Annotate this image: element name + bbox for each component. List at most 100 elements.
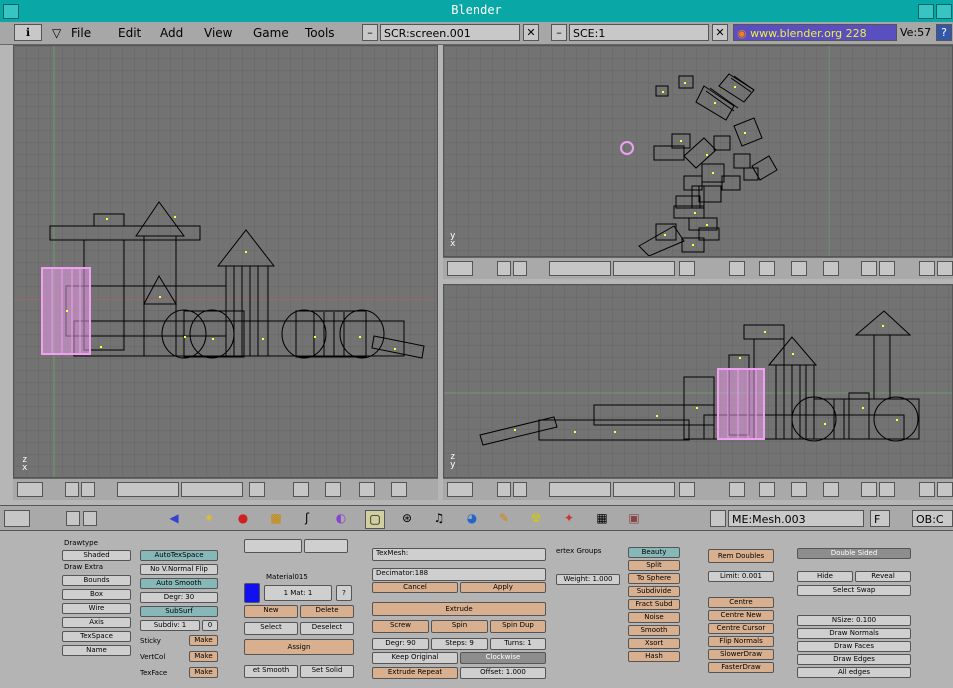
set-solid-button[interactable]: Set Solid [300,665,354,678]
radiation-buttons-icon[interactable]: ☢ [527,510,545,527]
undo-icon[interactable] [919,261,935,276]
script-buttons-icon[interactable]: ✎ [495,510,513,527]
drawtype-dropdown[interactable]: Shaded [62,550,131,561]
buttons-fullscreen-icon[interactable] [66,511,80,526]
reveal-button[interactable]: Reveal [855,571,911,582]
beauty-toggle[interactable]: Beauty [628,547,680,558]
lamp-buttons-icon[interactable]: ✶ [200,510,218,527]
centre-new-button[interactable]: Centre New [708,610,774,621]
scene-browse-button[interactable]: – [551,24,567,41]
view-mode-icon[interactable] [729,261,745,276]
blender-org-link[interactable]: ◉ www.blender.org 228 [733,24,897,41]
screen-name-field[interactable]: SCR:screen.001 [380,24,520,41]
lock-icon-side[interactable] [679,482,695,497]
layer-buttons-front-1[interactable] [117,482,179,497]
translate-icon-side[interactable] [861,482,877,497]
autotexspace-button[interactable]: AutoTexSpace [140,550,218,561]
noise-button[interactable]: Noise [628,612,680,623]
extrude-repeat-button[interactable]: Extrude Repeat [372,667,458,679]
turns-field[interactable]: Turns: 1 [490,638,546,650]
viewport-side[interactable]: z y [443,284,953,478]
view-mode-icon-front[interactable] [293,482,309,497]
layer-buttons-1[interactable] [549,261,611,276]
fract-subd-button[interactable]: Fract Subd [628,599,680,610]
material-index-field[interactable]: 1 Mat: 1 [264,585,332,601]
menu-file[interactable]: File [71,26,91,40]
home-icon-side[interactable] [513,482,527,497]
help-icon[interactable]: ? [936,24,952,41]
menu-edit[interactable]: Edit [118,26,141,40]
centre-button[interactable]: Centre [708,597,774,608]
mesh-browse-button[interactable] [710,510,726,527]
scene-name-field[interactable]: SCE:1 [569,24,709,41]
extrude-button[interactable]: Extrude [372,602,546,616]
screen-delete-icon[interactable]: ✕ [523,24,539,41]
radiosity-buttons-icon[interactable]: ◕ [463,510,481,527]
maximize-button[interactable] [936,4,952,19]
texmesh-field[interactable]: TexMesh: [372,548,546,561]
fasterdraw-button[interactable]: FasterDraw [708,662,774,673]
edit-buttons-icon[interactable]: ▢ [365,510,385,529]
material-buttons-icon[interactable]: ● [234,510,252,527]
flip-normals-button[interactable]: Flip Normals [708,636,774,647]
subsurf-button[interactable]: SubSurf [140,606,218,617]
fullscreen-icon[interactable] [497,261,511,276]
select-mode-icon-side[interactable] [823,482,839,497]
screw-button[interactable]: Screw [372,620,429,633]
no-vnormal-flip-button[interactable]: No V.Normal Flip [140,564,218,575]
degr-spin-field[interactable]: Degr: 90 [372,638,429,650]
viewport-top[interactable]: y x [443,45,953,257]
decimator-apply-button[interactable]: Apply [460,582,546,593]
nsize-field[interactable]: NSize: 0.100 [797,615,911,626]
layer-buttons-side-2[interactable] [613,482,675,497]
window-type-icon-front[interactable] [17,482,43,497]
spin-button[interactable]: Spin [431,620,488,633]
view-mode-icon-side[interactable] [729,482,745,497]
material-query-button[interactable]: ? [336,585,352,601]
material-assign-button[interactable]: Assign [244,639,354,655]
subdiv-field[interactable]: Subdiv: 1 [140,620,200,631]
material-deselect-button[interactable]: Deselect [300,622,354,635]
texture-buttons-icon[interactable]: ▩ [267,510,285,527]
steps-field[interactable]: Steps: 9 [431,638,488,650]
hash-button[interactable]: Hash [628,651,680,662]
select-mode-icon[interactable] [823,261,839,276]
undo-icon-side[interactable] [919,482,935,497]
mesh-name-field[interactable]: ME:Mesh.003 [728,510,864,527]
bounds-button[interactable]: Bounds [62,575,131,586]
layer-buttons-front-2[interactable] [181,482,243,497]
select-swap-button[interactable]: Select Swap [797,585,911,596]
axis-button[interactable]: Axis [62,617,131,628]
auto-smooth-button[interactable]: Auto Smooth [140,578,218,589]
limit-field[interactable]: Limit: 0.001 [708,571,774,582]
draw-edges-toggle[interactable]: Draw Edges [797,654,911,665]
split-button[interactable]: Split [628,560,680,571]
decimator-slider[interactable]: Decimator:188 [372,568,546,581]
subdiv-render-field[interactable]: 0 [202,620,218,631]
sticky-make-button[interactable]: Make [189,635,218,646]
weight-field[interactable]: Weight: 1.000 [556,574,620,585]
menu-view[interactable]: View [204,26,232,40]
home-icon[interactable] [513,261,527,276]
screen-browse-button[interactable]: – [362,24,378,41]
fake-user-button[interactable]: F [870,510,890,527]
name-button[interactable]: Name [62,645,131,656]
proportional-icon[interactable] [937,261,953,276]
material-new-button[interactable]: New [244,605,298,618]
buttons-window-type-icon[interactable] [4,510,30,527]
window-type-icon[interactable] [447,261,473,276]
fullscreen-icon-front[interactable] [65,482,79,497]
material-layer-buttons-2[interactable] [304,539,348,553]
sound-buttons-icon[interactable]: ♫ [430,510,448,527]
object-name-field[interactable]: OB:C [912,510,953,527]
smooth-button[interactable]: Smooth [628,625,680,636]
home-icon-front[interactable] [81,482,95,497]
shading-icon[interactable] [759,261,775,276]
scene-delete-icon[interactable]: ✕ [712,24,728,41]
game-logic-icon[interactable]: ✦ [560,510,578,527]
vertcol-make-button[interactable]: Make [189,651,218,662]
pivot-icon[interactable] [791,261,807,276]
centre-cursor-button[interactable]: Centre Cursor [708,623,774,634]
window-type-icon-side[interactable] [447,482,473,497]
display-buttons-icon[interactable]: ▦ [593,510,611,527]
